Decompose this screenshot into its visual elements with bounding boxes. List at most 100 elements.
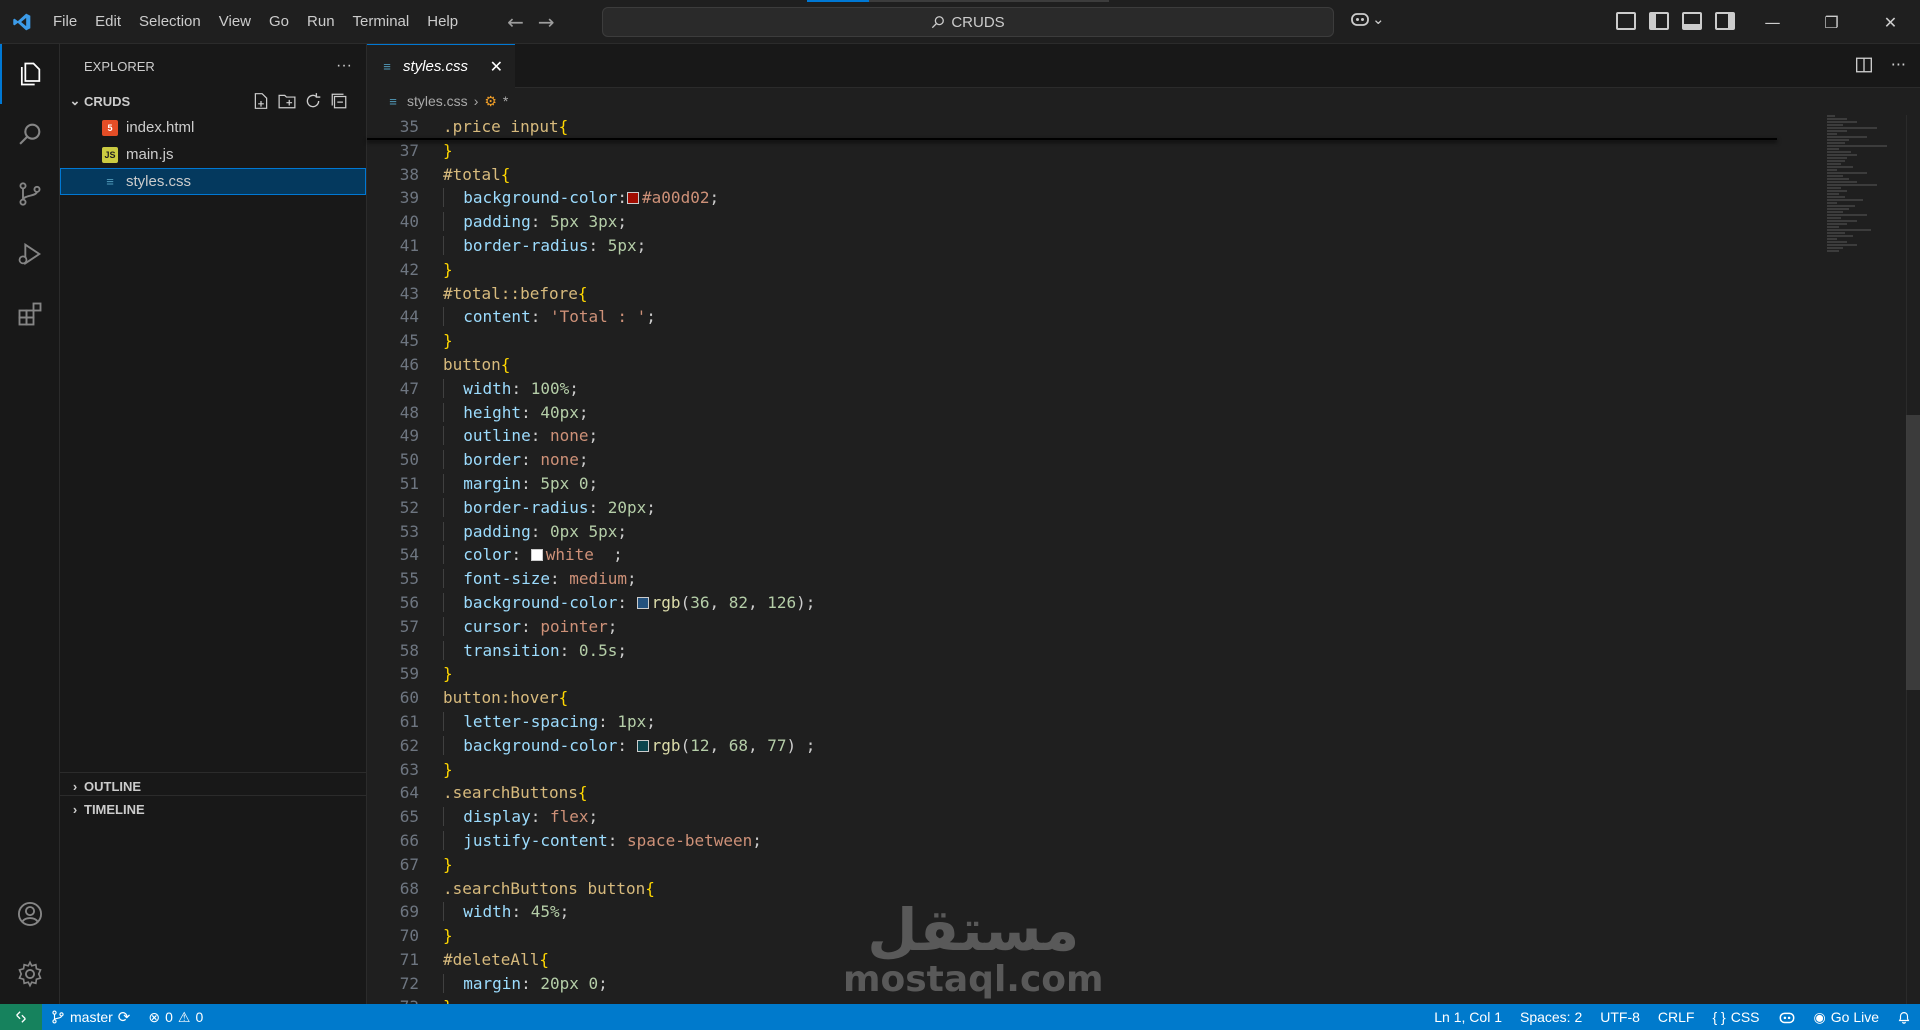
cursor-position[interactable]: Ln 1, Col 1 xyxy=(1425,1009,1511,1025)
breadcrumb-file[interactable]: styles.css xyxy=(407,93,468,109)
code-line[interactable]: 52 border-radius: 20px; xyxy=(367,496,1777,520)
code-line[interactable]: 64 .searchButtons{ xyxy=(367,781,1777,805)
close-window-icon[interactable]: ✕ xyxy=(1861,0,1920,44)
code-line[interactable]: 45} xyxy=(367,329,1777,353)
code-line[interactable]: 54 color: white ; xyxy=(367,543,1777,567)
indent-guide xyxy=(443,378,464,398)
code-line[interactable]: 42} xyxy=(367,258,1777,282)
code-line[interactable]: 60 button:hover{ xyxy=(367,686,1777,710)
source-control-icon[interactable] xyxy=(0,164,60,224)
back-arrow-icon[interactable]: ← xyxy=(507,10,524,34)
more-actions-icon[interactable]: ··· xyxy=(336,57,352,75)
forward-arrow-icon[interactable]: → xyxy=(538,10,555,34)
code-line[interactable]: 49 outline: none; xyxy=(367,424,1777,448)
menu-view[interactable]: View xyxy=(210,13,260,30)
code-line[interactable]: 67} xyxy=(367,853,1777,877)
menu-file[interactable]: File xyxy=(44,13,86,30)
code-line[interactable]: 65 display: flex; xyxy=(367,805,1777,829)
encoding[interactable]: UTF-8 xyxy=(1591,1009,1649,1025)
file-item[interactable]: JS main.js xyxy=(60,141,366,168)
code-line[interactable]: 46 button{ xyxy=(367,353,1777,377)
menu-selection[interactable]: Selection xyxy=(130,13,210,30)
breadcrumb-symbol[interactable]: * xyxy=(503,93,508,109)
close-tab-icon[interactable]: ✕ xyxy=(490,57,503,77)
customize-layout-icon[interactable] xyxy=(1616,12,1636,30)
code-line[interactable]: 41 border-radius: 5px; xyxy=(367,234,1777,258)
tab-styles-css[interactable]: ≡ styles.css ✕ xyxy=(367,44,515,88)
split-editor-icon[interactable] xyxy=(1855,56,1873,74)
code-line[interactable]: 44 content: 'Total : '; xyxy=(367,305,1777,329)
minimize-icon[interactable]: — xyxy=(1743,0,1802,44)
file-item[interactable]: ≡ styles.css xyxy=(60,168,366,195)
code-line[interactable]: 39 background-color: #a00d02; xyxy=(367,186,1777,210)
go-live-button[interactable]: ◉ Go Live xyxy=(1805,1009,1888,1026)
menu-go[interactable]: Go xyxy=(260,13,298,30)
toggle-secondary-sidebar-icon[interactable] xyxy=(1715,12,1735,30)
menu-run[interactable]: Run xyxy=(298,13,344,30)
code-line[interactable]: 43 #total::before{ xyxy=(367,282,1777,306)
line-source: } xyxy=(419,139,453,163)
sticky-code-line[interactable]: 35 .price input{ xyxy=(367,115,1777,139)
file-item[interactable]: 5 index.html xyxy=(60,114,366,141)
code-line[interactable]: 61 letter-spacing: 1px; xyxy=(367,710,1777,734)
minimap-line xyxy=(1827,157,1847,159)
indent-guide xyxy=(443,235,464,255)
scrollbar-thumb[interactable] xyxy=(1906,415,1920,690)
refresh-icon[interactable] xyxy=(304,92,322,110)
line-source: .searchButtons button{ xyxy=(419,877,655,901)
collapse-all-icon[interactable] xyxy=(330,92,348,110)
search-icon[interactable] xyxy=(0,104,60,164)
toggle-panel-icon[interactable] xyxy=(1682,12,1702,30)
toggle-primary-sidebar-icon[interactable] xyxy=(1649,12,1669,30)
code-line[interactable]: 59} xyxy=(367,662,1777,686)
color-swatch[interactable] xyxy=(636,739,649,752)
code-line[interactable]: 63} xyxy=(367,758,1777,782)
code-line[interactable]: 50 border: none; xyxy=(367,448,1777,472)
workspace-folder[interactable]: ⌄ CRUDS xyxy=(60,88,366,114)
accounts-icon[interactable] xyxy=(0,884,60,944)
explorer-icon[interactable] xyxy=(0,44,60,104)
menu-terminal[interactable]: Terminal xyxy=(344,13,419,30)
new-file-icon[interactable] xyxy=(252,92,270,110)
color-swatch[interactable] xyxy=(530,549,543,562)
code-editor[interactable]: 35 .price input{37} 38 #total{39 background… xyxy=(367,115,1777,1004)
vertical-scrollbar[interactable] xyxy=(1906,115,1920,1004)
manage-gear-icon[interactable] xyxy=(0,944,60,1004)
code-line[interactable]: 57 cursor: pointer; xyxy=(367,615,1777,639)
code-line[interactable]: 56 background-color: rgb(36, 82, 126); xyxy=(367,591,1777,615)
menu-edit[interactable]: Edit xyxy=(86,13,130,30)
notifications-bell-icon[interactable] xyxy=(1888,1010,1920,1024)
extensions-icon[interactable] xyxy=(0,284,60,344)
language-mode[interactable]: { } CSS xyxy=(1703,1009,1768,1025)
code-line[interactable]: 55 font-size: medium; xyxy=(367,567,1777,591)
color-swatch[interactable] xyxy=(636,596,649,609)
code-line[interactable]: 53 padding: 0px 5px; xyxy=(367,520,1777,544)
code-token: : xyxy=(511,902,531,922)
menu-help[interactable]: Help xyxy=(418,13,467,30)
restore-icon[interactable]: ❐ xyxy=(1802,0,1861,44)
copilot-status-icon[interactable] xyxy=(1769,1010,1805,1025)
code-line[interactable]: 58 transition: 0.5s; xyxy=(367,639,1777,663)
indentation[interactable]: Spaces: 2 xyxy=(1511,1009,1591,1025)
end-of-line[interactable]: CRLF xyxy=(1649,1009,1704,1025)
problems-status[interactable]: ⊗ 0 ⚠ 0 xyxy=(139,1009,212,1026)
remote-indicator-icon[interactable] xyxy=(0,1004,42,1030)
more-actions-icon[interactable]: ··· xyxy=(1891,56,1906,74)
branch-status[interactable]: master ⟳ xyxy=(42,1008,139,1026)
code-line[interactable]: 38 #total{ xyxy=(367,163,1777,187)
color-swatch[interactable] xyxy=(627,192,640,205)
code-line[interactable]: 51 margin: 5px 0; xyxy=(367,472,1777,496)
copilot-button[interactable]: ⌄ xyxy=(1350,10,1385,28)
code-line[interactable]: 48 height: 40px; xyxy=(367,401,1777,425)
run-debug-icon[interactable] xyxy=(0,224,60,284)
code-line[interactable]: 62 background-color: rgb(12, 68, 77) ; xyxy=(367,734,1777,758)
code-line[interactable]: 47 width: 100%; xyxy=(367,377,1777,401)
timeline-section[interactable]: › TIMELINE xyxy=(60,795,367,823)
new-folder-icon[interactable] xyxy=(278,92,296,110)
minimap[interactable] xyxy=(1777,115,1907,1004)
sync-icon[interactable]: ⟳ xyxy=(118,1008,131,1026)
code-line[interactable]: 40 padding: 5px 3px; xyxy=(367,210,1777,234)
command-center-search[interactable]: CRUDS xyxy=(602,7,1334,37)
code-line[interactable]: 37} xyxy=(367,139,1777,163)
code-line[interactable]: 66 justify-content: space-between; xyxy=(367,829,1777,853)
